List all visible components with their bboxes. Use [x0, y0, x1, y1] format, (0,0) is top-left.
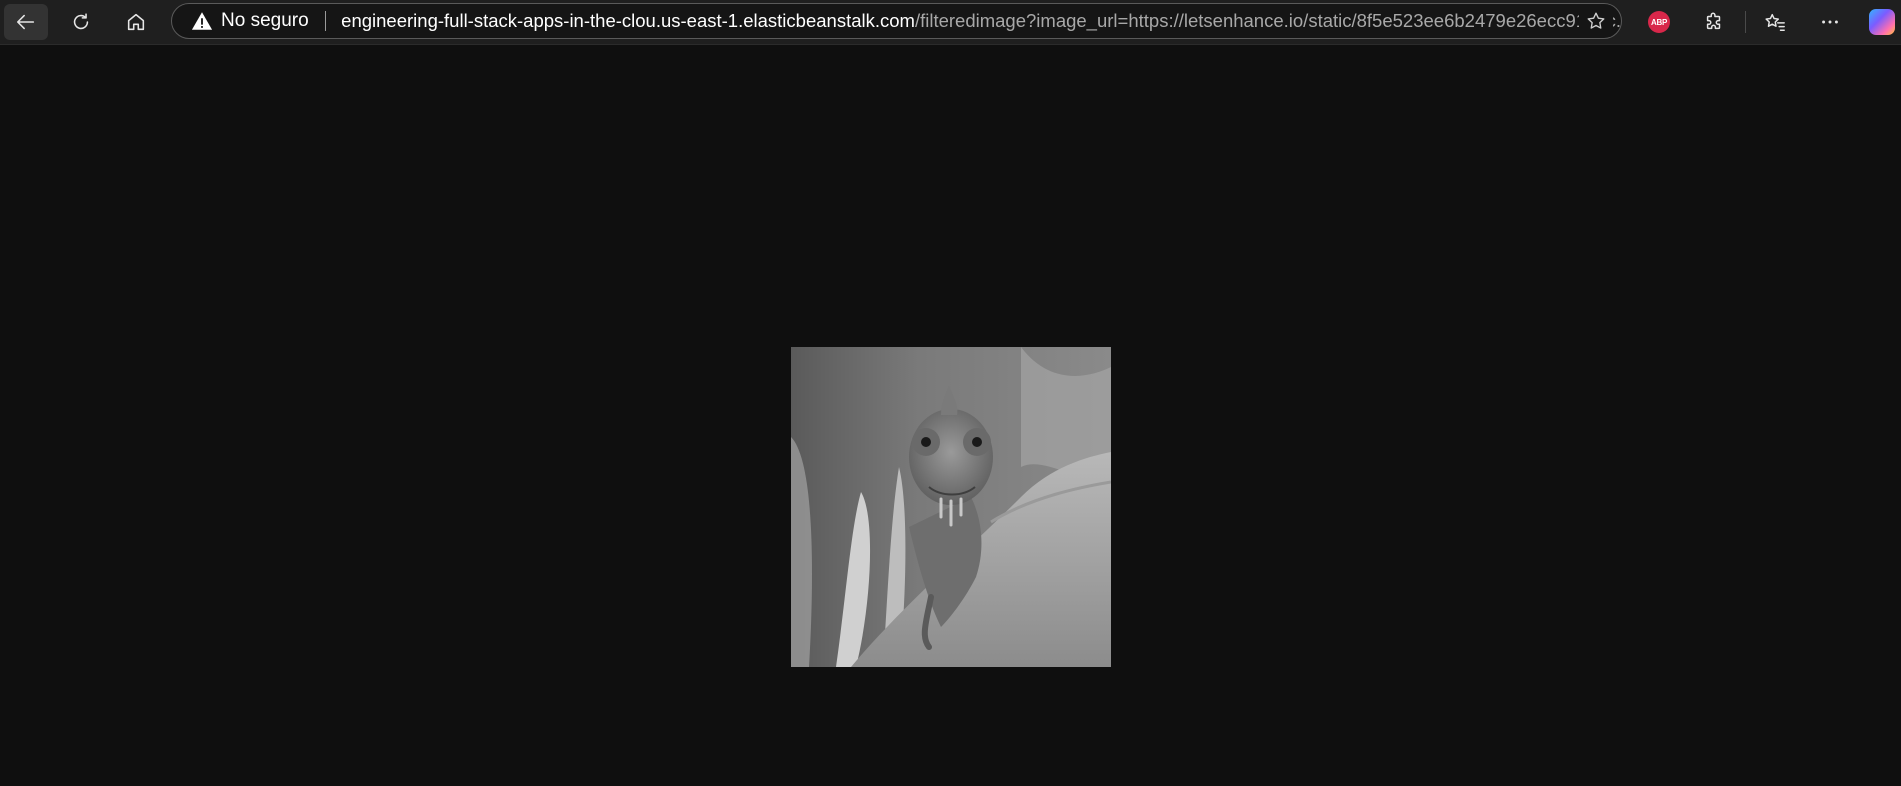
adblock-extension-button[interactable]: ABP — [1637, 4, 1681, 40]
favorites-list-icon — [1765, 13, 1785, 31]
filtered-image — [791, 347, 1111, 667]
security-indicator-label[interactable]: No seguro — [221, 10, 309, 32]
copilot-button[interactable] — [1860, 4, 1901, 40]
abp-icon: ABP — [1648, 11, 1670, 33]
warning-triangle-icon[interactable] — [191, 10, 213, 32]
address-separator — [324, 11, 327, 31]
favorites-button[interactable] — [1753, 4, 1797, 40]
more-dots-icon — [1822, 20, 1838, 24]
reload-icon — [73, 13, 89, 30]
home-icon — [127, 13, 145, 31]
url-path[interactable]: /filteredimage?image_url=https://letsenh… — [915, 10, 1621, 32]
star-icon — [1587, 12, 1605, 29]
more-menu-button[interactable] — [1808, 4, 1852, 40]
extensions-button[interactable] — [1692, 4, 1736, 40]
add-favorite-button[interactable] — [1579, 5, 1613, 37]
page-viewport — [0, 45, 1901, 786]
url-host[interactable]: engineering-full-stack-apps-in-the-clou.… — [341, 10, 915, 32]
address-bar[interactable]: No seguro engineering-full-stack-apps-in… — [171, 3, 1622, 39]
reload-button[interactable] — [59, 4, 103, 40]
browser-toolbar: No seguro engineering-full-stack-apps-in… — [0, 0, 1901, 45]
back-arrow-icon — [16, 14, 35, 30]
back-button[interactable] — [4, 4, 48, 40]
chameleon-photo — [791, 347, 1111, 667]
toolbar-divider — [1745, 11, 1746, 33]
copilot-icon — [1869, 9, 1895, 35]
home-button[interactable] — [114, 4, 158, 40]
puzzle-icon — [1706, 12, 1721, 30]
